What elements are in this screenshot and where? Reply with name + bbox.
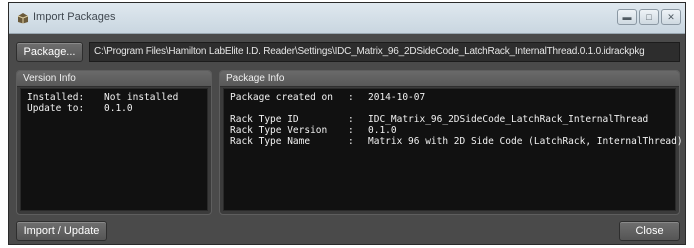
rack-type-id-label: Rack Type ID <box>230 114 299 125</box>
close-window-button[interactable]: ✕ <box>661 9 681 25</box>
package-created-value: 2014-10-07 <box>368 92 426 103</box>
package-icon <box>17 13 29 24</box>
package-info-panel: Package Info Package created on : 2014-1… <box>219 70 683 215</box>
import-update-button[interactable]: Import / Update <box>16 221 107 241</box>
rack-type-version-label: Rack Type Version <box>230 125 328 136</box>
import-packages-window: Import Packages ▬ □ ✕ Package... C:\Prog… <box>8 2 686 245</box>
window-title: Import Packages <box>33 11 116 23</box>
rack-type-name-label: Rack Type Name <box>230 136 311 147</box>
maximize-icon: □ <box>646 12 652 22</box>
installed-value: Not installed <box>104 92 179 103</box>
minimize-button[interactable]: ▬ <box>617 9 637 25</box>
package-path-field[interactable]: C:\Program Files\Hamilton LabElite I.D. … <box>89 42 680 62</box>
package-info-content: Package created on : 2014-10-07 Rack Typ… <box>223 88 683 211</box>
close-icon: ✕ <box>667 12 675 22</box>
title-bar[interactable]: Import Packages ▬ □ ✕ <box>9 3 685 34</box>
maximize-button[interactable]: □ <box>639 9 659 25</box>
minimize-icon: ▬ <box>622 12 632 22</box>
update-to-value: 0.1.0 <box>104 103 133 114</box>
package-info-header: Package Info <box>220 71 679 87</box>
version-info-panel: Version Info Installed: Not installed Up… <box>16 70 212 215</box>
separator: : <box>348 136 354 147</box>
separator: : <box>348 92 354 103</box>
separator: : <box>348 125 354 136</box>
installed-label: Installed: <box>27 92 85 103</box>
package-created-label: Package created on <box>230 92 333 103</box>
rack-type-id-value: IDC_Matrix_96_2DSideCode_LatchRack_Inter… <box>368 114 649 125</box>
update-to-label: Update to: <box>27 103 85 114</box>
rack-type-version-value: 0.1.0 <box>368 125 397 136</box>
version-info-header: Version Info <box>17 71 211 87</box>
package-browse-button[interactable]: Package... <box>16 42 83 62</box>
separator: : <box>348 114 354 125</box>
rack-type-name-value: Matrix 96 with 2D Side Code (LatchRack, … <box>368 136 683 147</box>
version-info-content: Installed: Not installed Update to: 0.1.… <box>20 88 208 211</box>
close-button[interactable]: Close <box>619 221 680 241</box>
